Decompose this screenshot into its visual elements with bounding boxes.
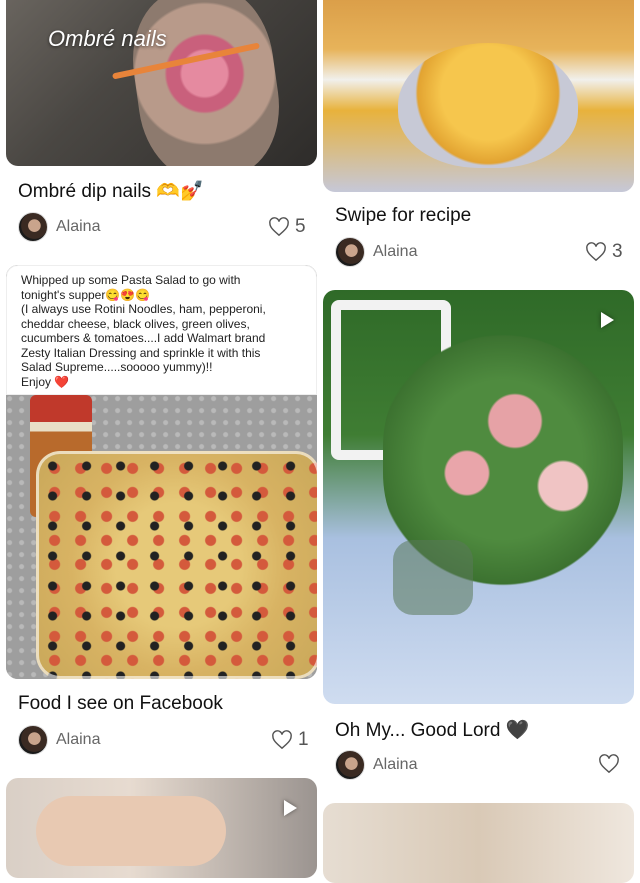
caption-line: (I always use Rotini Noodles, ham, peppe… xyxy=(21,302,266,316)
card-image-recipe[interactable] xyxy=(323,0,634,192)
play-icon[interactable] xyxy=(284,800,297,816)
avatar xyxy=(335,237,365,267)
caption-line: cucumbers & tomatoes....I add Walmart br… xyxy=(21,331,266,345)
caption-line: Salad Supreme.....sooooo yummy)!! xyxy=(21,360,213,374)
author[interactable]: Alaina xyxy=(335,237,417,267)
glass-vase xyxy=(393,540,473,615)
heart-icon xyxy=(599,754,619,774)
like-button[interactable]: 3 xyxy=(585,241,623,263)
like-button[interactable]: 1 xyxy=(271,729,309,751)
author-name: Alaina xyxy=(56,218,101,235)
finger xyxy=(36,796,226,866)
heart-icon xyxy=(586,242,606,262)
tattoo-arm xyxy=(123,0,289,166)
caption-line: Enjoy ❤️ xyxy=(21,374,70,389)
like-button[interactable]: 5 xyxy=(268,216,306,238)
heart-icon xyxy=(269,217,289,237)
card-title[interactable]: Swipe for recipe xyxy=(335,205,471,227)
heart-icon xyxy=(272,730,292,750)
author[interactable]: Alaina xyxy=(18,725,100,755)
card-image-pasta[interactable]: Whipped up some Pasta Salad to go with t… xyxy=(6,265,317,679)
caption-line: tonight's supper😋😍😋 xyxy=(21,287,151,302)
card-title[interactable]: Food I see on Facebook xyxy=(18,693,223,715)
avatar xyxy=(18,725,48,755)
nails-overlay-text: Ombré nails xyxy=(48,26,167,51)
author[interactable]: Alaina xyxy=(18,212,100,242)
author-name: Alaina xyxy=(373,756,418,773)
caption-line: Zesty Italian Dressing and sprinkle it w… xyxy=(21,345,261,360)
recipe-caption: Whipped up some Pasta Salad to go with t… xyxy=(6,265,317,395)
card-image-nails[interactable]: Ombré nails xyxy=(6,0,317,166)
author[interactable]: Alaina xyxy=(335,750,417,780)
avatar xyxy=(18,212,48,242)
avatar xyxy=(335,750,365,780)
like-button[interactable] xyxy=(598,754,625,774)
cheese-drip xyxy=(398,43,578,168)
card-image-partial[interactable] xyxy=(323,803,634,883)
pasta-bowl xyxy=(36,451,317,679)
card-image-flowers[interactable] xyxy=(323,290,634,704)
card-title[interactable]: Oh My... Good Lord 🖤 xyxy=(335,718,529,742)
card-image-hand[interactable] xyxy=(6,778,317,878)
card-title[interactable]: Ombré dip nails 🫶💅 xyxy=(18,179,204,203)
author-name: Alaina xyxy=(56,731,101,748)
play-icon[interactable] xyxy=(601,312,614,328)
like-count: 3 xyxy=(612,241,623,262)
caption-line: cheddar cheese, black olives, green oliv… xyxy=(21,316,250,331)
author-name: Alaina xyxy=(373,243,418,260)
caption-line: Whipped up some Pasta Salad to go with xyxy=(21,273,241,287)
like-count: 5 xyxy=(295,216,306,237)
like-count: 1 xyxy=(298,729,309,750)
